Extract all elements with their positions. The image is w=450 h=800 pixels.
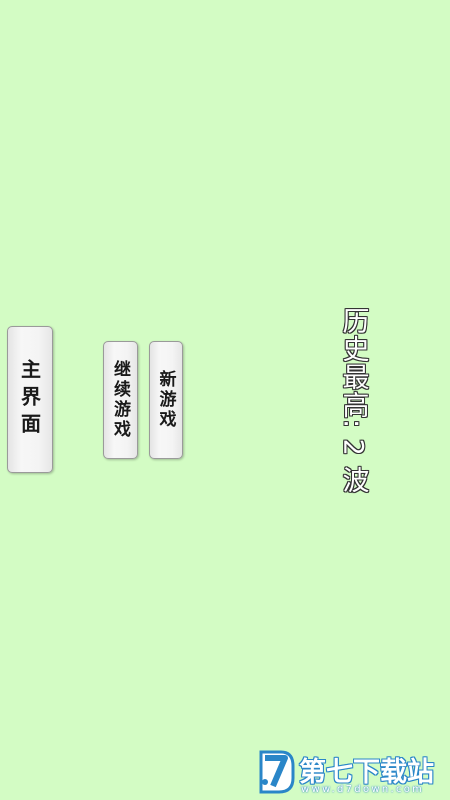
continue-game-button[interactable]: 继续游戏 xyxy=(103,341,138,459)
d7-logo-icon xyxy=(259,750,295,794)
continue-game-label: 继续游戏 xyxy=(110,360,130,440)
site-watermark: 第七下载站 www.d7down.com xyxy=(255,748,447,798)
new-game-label: 新游戏 xyxy=(155,370,176,430)
high-score-text: 历史最高: 2 波 xyxy=(337,307,369,495)
watermark-url: www.d7down.com xyxy=(301,784,425,795)
main-menu-button[interactable]: 主界面 xyxy=(7,326,53,473)
high-score-display: 历史最高: 2 波 xyxy=(333,307,373,495)
new-game-button[interactable]: 新游戏 xyxy=(149,341,183,459)
main-menu-label: 主界面 xyxy=(17,359,42,440)
